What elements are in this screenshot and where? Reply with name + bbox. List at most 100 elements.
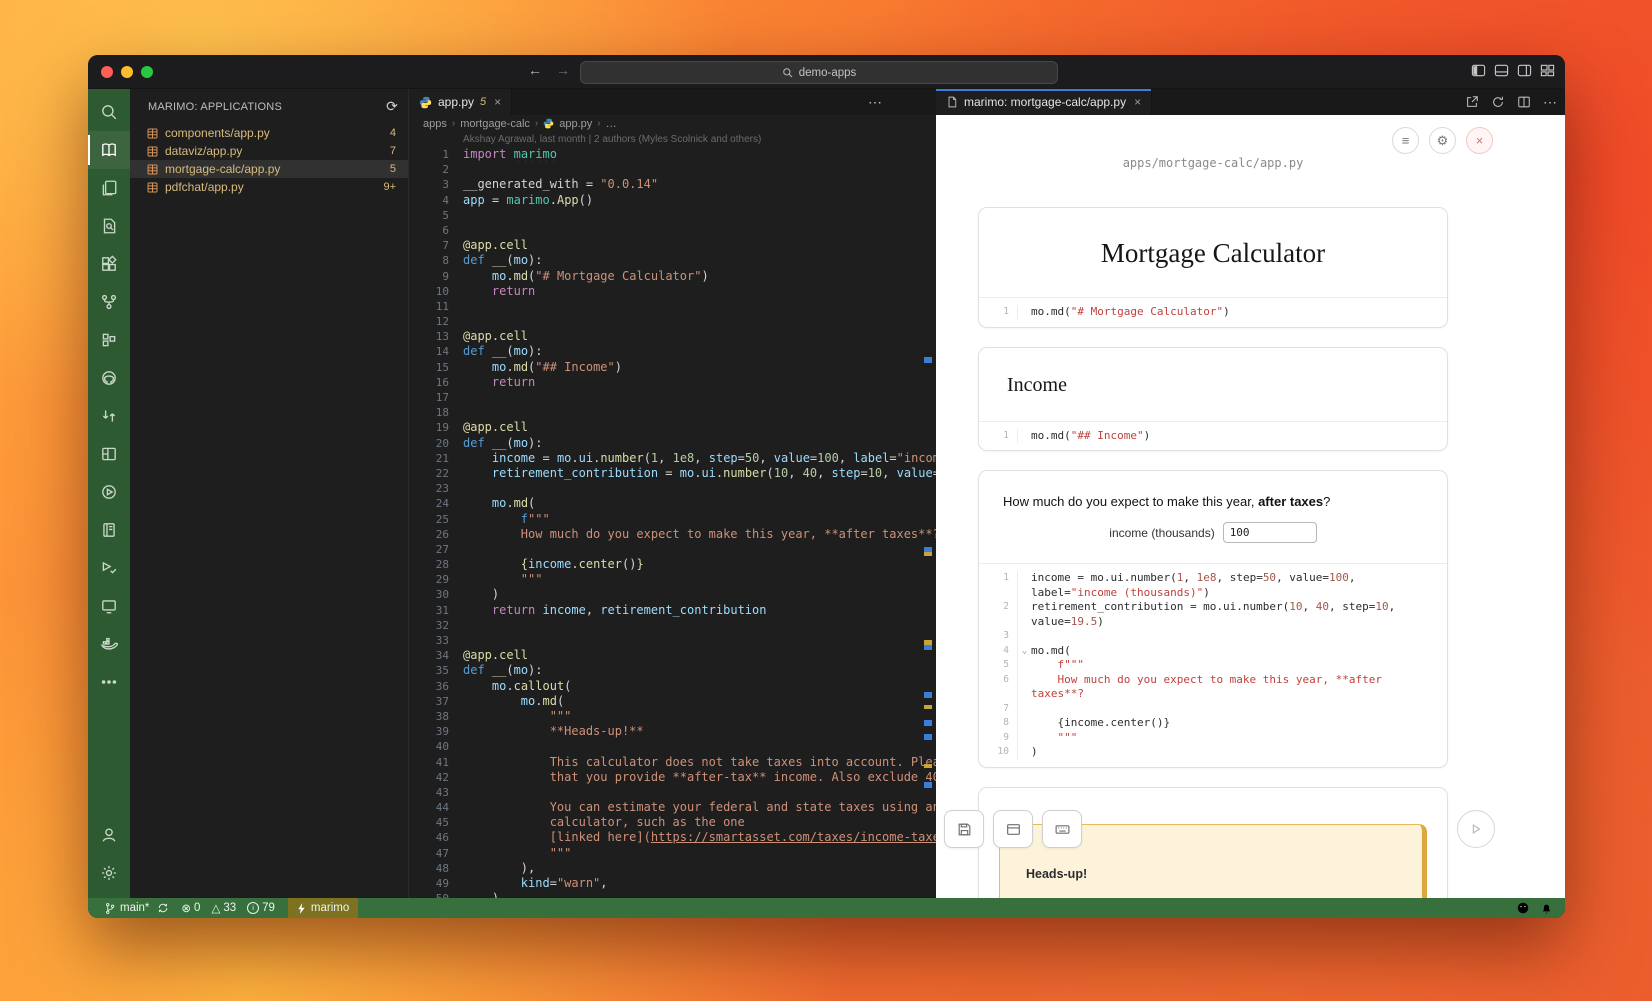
tab-marimo-webview[interactable]: marimo: mortgage-calc/app.py × [936, 89, 1152, 115]
code-line[interactable]: 4app = marimo.App() [409, 193, 936, 208]
code-line[interactable]: 7@app.cell [409, 238, 936, 253]
code-line[interactable]: 43 [409, 785, 936, 800]
code-line[interactable]: 36 mo.callout( [409, 679, 936, 694]
forward-button[interactable]: → [556, 62, 570, 78]
code-line[interactable]: 27 [409, 542, 936, 557]
code-line[interactable]: 3__generated_with = "0.0.14" [409, 177, 936, 192]
code-line[interactable]: 33 [409, 633, 936, 648]
breadcrumb-symbol[interactable]: … [606, 118, 617, 130]
code-line[interactable]: 41 This calculator does not take taxes i… [409, 755, 936, 770]
more-icon[interactable] [88, 663, 130, 701]
code-line[interactable]: 42 that you provide **after-tax** income… [409, 770, 936, 785]
panel-right-icon[interactable] [1517, 63, 1532, 78]
fold-chevron-icon[interactable]: ⌄ [1018, 644, 1031, 659]
code-line[interactable]: 14def __(mo): [409, 344, 936, 359]
account-icon[interactable] [88, 816, 130, 854]
code-line[interactable]: 18 [409, 405, 936, 420]
code-line[interactable]: 29 """ [409, 572, 936, 587]
graph-icon[interactable] [88, 283, 130, 321]
code-line[interactable]: 28 {income.center()} [409, 557, 936, 572]
more-actions-icon[interactable]: ⋯ [1543, 94, 1557, 111]
maximize-window-button[interactable] [141, 66, 153, 78]
sidebar-file-components-app-py[interactable]: components/app.py4 [130, 124, 408, 142]
code-line[interactable]: 15 mo.md("## Income") [409, 360, 936, 375]
code-line[interactable]: 21 income = mo.ui.number(1, 1e8, step=50… [409, 451, 936, 466]
git-blame-annotation[interactable]: Akshay Agrawal, last month | 2 authors (… [409, 132, 936, 147]
code-line[interactable]: 31 return income, retirement_contributio… [409, 603, 936, 618]
code-line[interactable]: 34@app.cell [409, 648, 936, 663]
code-line[interactable]: 32 [409, 618, 936, 633]
feedback-smiley-icon[interactable] [1516, 901, 1530, 915]
code-line[interactable]: 40 [409, 739, 936, 754]
close-icon[interactable]: × [1466, 127, 1493, 154]
code-line[interactable]: 6 [409, 223, 936, 238]
code-line[interactable]: 49 kind="warn", [409, 876, 936, 891]
notebook-icon[interactable] [88, 511, 130, 549]
code-line[interactable]: 37 mo.md( [409, 694, 936, 709]
docker-icon[interactable] [88, 625, 130, 663]
problems-status[interactable]: ⊗0 △33 i79 [175, 898, 288, 918]
sidebar-file-pdfchat-app-py[interactable]: pdfchat/app.py9+ [130, 178, 408, 196]
code-line[interactable]: 45 calculator, such as the one [409, 815, 936, 830]
breadcrumb-folder[interactable]: mortgage-calc [460, 118, 530, 130]
code-editor[interactable]: Akshay Agrawal, last month | 2 authors (… [409, 132, 936, 898]
code-line[interactable]: 48 ), [409, 861, 936, 876]
code-line[interactable]: 20def __(mo): [409, 436, 936, 451]
code-line[interactable]: 11 [409, 299, 936, 314]
run-icon[interactable] [1457, 810, 1495, 848]
close-window-button[interactable] [101, 66, 113, 78]
code-line[interactable]: 9 mo.md("# Mortgage Calculator") [409, 269, 936, 284]
play-circle-icon[interactable] [88, 473, 130, 511]
keyboard-icon[interactable] [1042, 810, 1082, 848]
income-input[interactable] [1223, 522, 1317, 543]
code-line[interactable]: 24 mo.md( [409, 496, 936, 511]
github-icon[interactable] [88, 359, 130, 397]
refresh-icon[interactable]: ⟳ [386, 98, 398, 115]
code-line[interactable]: 46 [linked here](https://smartasset.com/… [409, 830, 936, 845]
sidebar-file-dataviz-app-py[interactable]: dataviz/app.py7 [130, 142, 408, 160]
marimo-icon[interactable] [88, 131, 130, 169]
reload-icon[interactable] [1491, 95, 1505, 109]
code-line[interactable]: 38 """ [409, 709, 936, 724]
sidebar-file-mortgage-calc-app-py[interactable]: mortgage-calc/app.py5 [130, 160, 408, 178]
code-line[interactable]: 16 return [409, 375, 936, 390]
code-line[interactable]: 1import marimo [409, 147, 936, 162]
window-icon[interactable] [993, 810, 1033, 848]
minimize-window-button[interactable] [121, 66, 133, 78]
test-icon[interactable] [88, 549, 130, 587]
tab-close-icon[interactable]: × [1134, 95, 1141, 109]
code-line[interactable]: 23 [409, 481, 936, 496]
settings-gear-icon[interactable] [88, 854, 130, 892]
code-line[interactable]: 22 retirement_contribution = mo.ui.numbe… [409, 466, 936, 481]
code-line[interactable]: 2 [409, 162, 936, 177]
code-line[interactable]: 35def __(mo): [409, 663, 936, 678]
marimo-extension-status[interactable]: marimo [288, 898, 358, 918]
extensions-icon[interactable] [88, 245, 130, 283]
code-line[interactable]: 10 return [409, 284, 936, 299]
code-line[interactable]: 13@app.cell [409, 329, 936, 344]
panel-bottom-icon[interactable] [1494, 63, 1509, 78]
tab-app-py[interactable]: app.py 5 × [409, 89, 512, 115]
more-actions-icon[interactable]: ⋯ [868, 94, 882, 111]
save-icon[interactable] [944, 810, 984, 848]
code-line[interactable]: 25 f""" [409, 512, 936, 527]
code-line[interactable]: 19@app.cell [409, 420, 936, 435]
cell-code-block[interactable]: 1mo.md("# Mortgage Calculator") [979, 297, 1447, 327]
code-line[interactable]: 30 ) [409, 587, 936, 602]
tab-close-icon[interactable]: × [494, 95, 501, 109]
cell-code-block[interactable]: 1mo.md("## Income") [979, 421, 1447, 451]
command-center-search[interactable]: demo-apps [580, 61, 1058, 84]
code-line[interactable]: 50 ) [409, 891, 936, 898]
code-line[interactable]: 26 How much do you expect to make this y… [409, 527, 936, 542]
back-button[interactable]: ← [528, 62, 542, 78]
code-line[interactable]: 44 You can estimate your federal and sta… [409, 800, 936, 815]
doc-search-icon[interactable] [88, 207, 130, 245]
code-line[interactable]: 12 [409, 314, 936, 329]
blocks-icon[interactable] [88, 321, 130, 359]
git-branch-status[interactable]: main* [98, 898, 175, 918]
search-icon[interactable] [88, 93, 130, 131]
screen-icon[interactable] [88, 587, 130, 625]
cell-code-block[interactable]: 1income = mo.ui.number(1, 1e8, step=50, … [979, 563, 1447, 767]
breadcrumb-file[interactable]: app.py [559, 118, 592, 130]
customize-layout-icon[interactable] [1540, 63, 1555, 78]
